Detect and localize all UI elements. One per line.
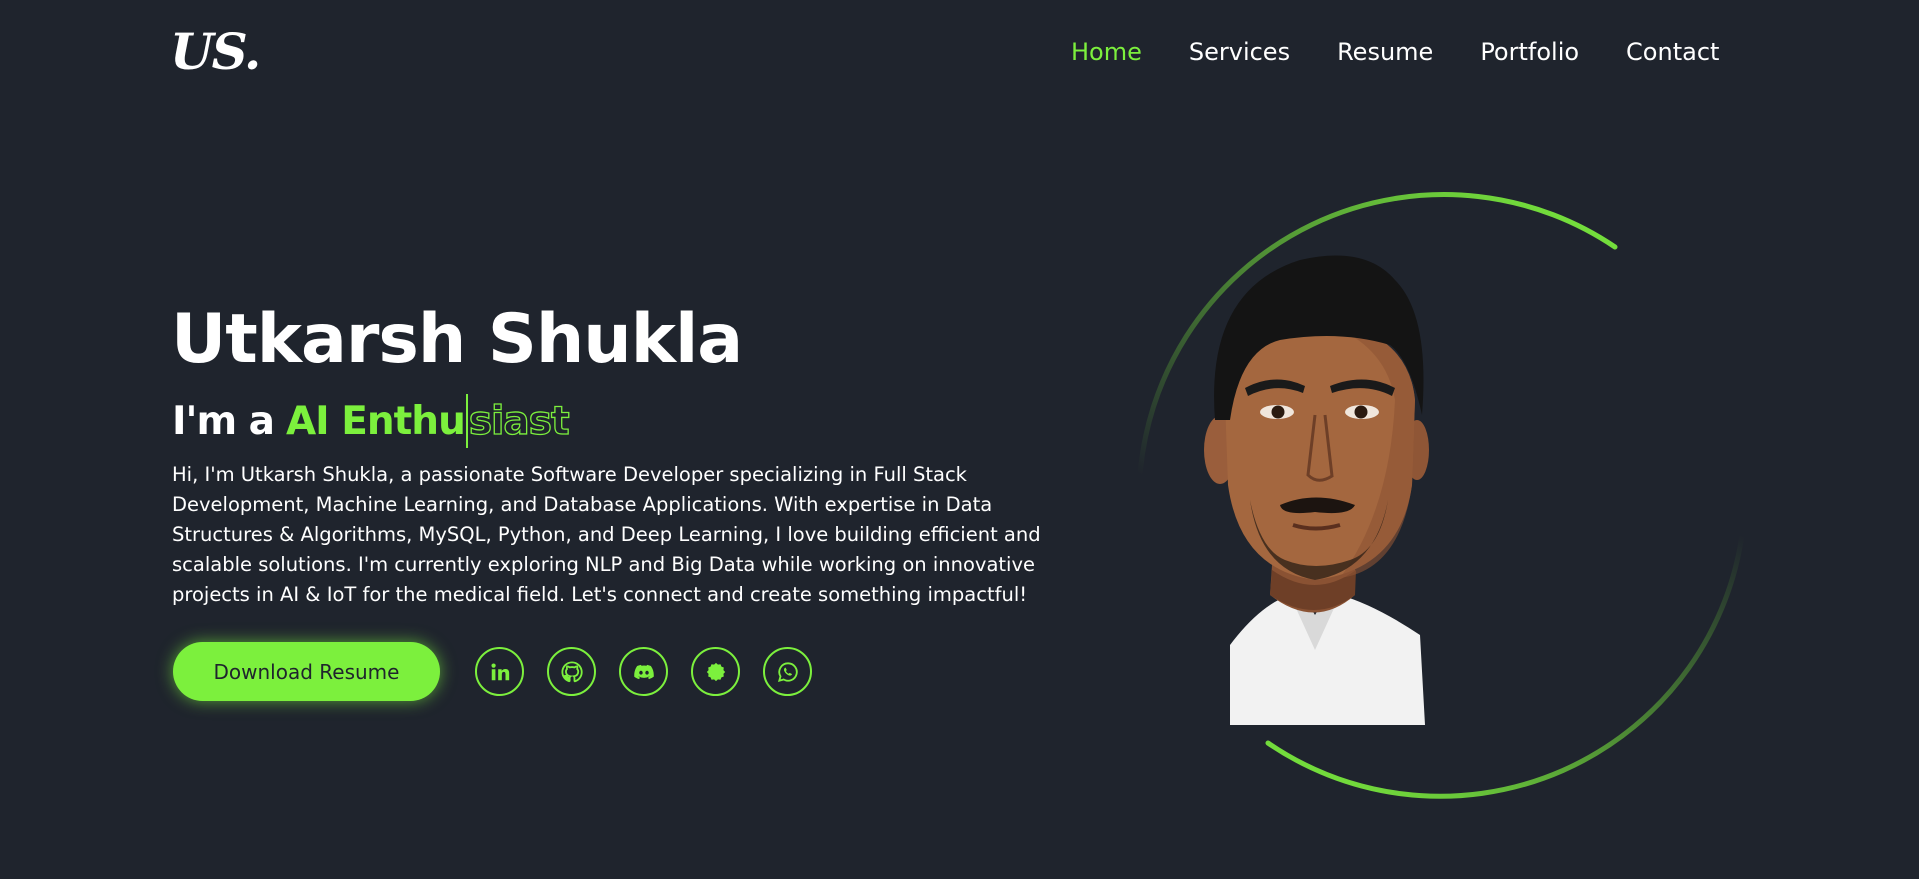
nav-home[interactable]: Home: [1071, 38, 1142, 66]
nav-contact[interactable]: Contact: [1626, 38, 1719, 66]
portfolio-page: US. Home Services Resume Portfolio Conta…: [0, 0, 1919, 879]
main-nav: Home Services Resume Portfolio Contact: [1071, 38, 1719, 66]
profile-photo: [1204, 255, 1429, 725]
site-logo[interactable]: US.: [170, 22, 261, 81]
tagline-remaining-text: siast: [468, 398, 570, 444]
github-icon: [560, 660, 583, 682]
nav-resume[interactable]: Resume: [1337, 38, 1433, 66]
typing-caret: [465, 394, 468, 448]
whatsapp-icon: [777, 661, 798, 682]
tagline-typed-text: AI Enthu: [285, 398, 466, 444]
discord-link[interactable]: [619, 647, 668, 696]
discord-icon: [633, 664, 654, 679]
hero-name: Utkarsh Shukla: [171, 300, 743, 379]
tagline-prefix: I'm a: [172, 398, 275, 444]
whatsapp-link[interactable]: [763, 647, 812, 696]
social-links: [475, 647, 812, 696]
nav-portfolio[interactable]: Portfolio: [1480, 38, 1579, 66]
download-resume-button[interactable]: Download Resume: [173, 642, 440, 701]
hero-bio: Hi, I'm Utkarsh Shukla, a passionate Sof…: [172, 463, 1041, 606]
linkedin-icon: [490, 662, 509, 680]
badge-link[interactable]: [691, 647, 740, 696]
linkedin-link[interactable]: [475, 647, 524, 696]
nav-services[interactable]: Services: [1189, 38, 1290, 66]
github-link[interactable]: [547, 647, 596, 696]
badge-icon: [706, 662, 725, 681]
hero-tagline: I'm a AI Enthu siast: [172, 394, 570, 448]
